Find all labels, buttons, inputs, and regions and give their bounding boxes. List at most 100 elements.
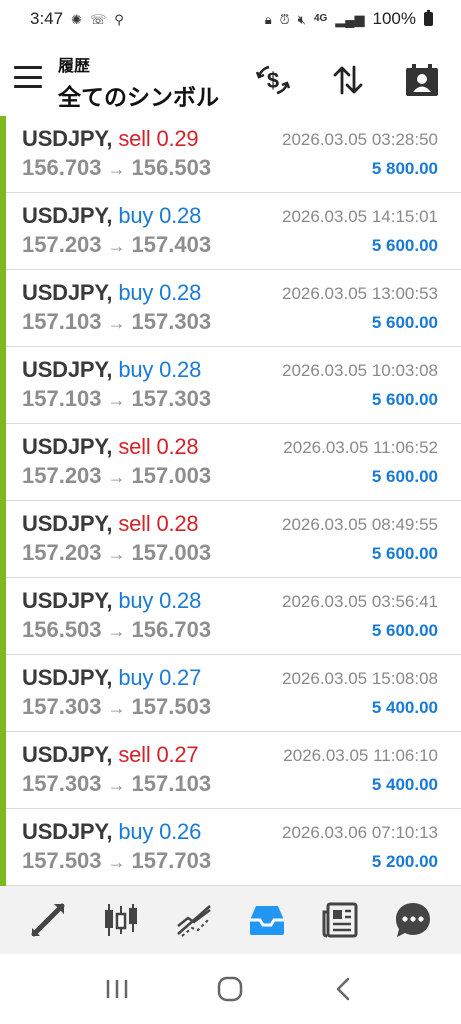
nav-chat[interactable] (390, 897, 436, 943)
chat-icon (395, 903, 430, 937)
price-arrow: → (107, 390, 126, 410)
trade-time: 2026.03.05 08:49:55 (282, 515, 438, 534)
trade-prices: 157.303 → 157.503 (22, 694, 211, 720)
close-price: 157.103 (131, 771, 212, 796)
trade-symbol: USDJPY, (22, 588, 113, 613)
nav-news[interactable] (317, 897, 363, 943)
bottom-navigation (0, 886, 461, 954)
trade-symbol: USDJPY, (22, 203, 113, 228)
open-price: 156.503 (22, 617, 102, 642)
trade-symbol: USDJPY, (22, 665, 113, 690)
trade-symbol: USDJPY, (22, 511, 113, 536)
sort-button[interactable] (328, 60, 368, 100)
trade-symbol: USDJPY, (22, 280, 113, 305)
trade-symbol-line: USDJPY, sell 0.29 (22, 126, 199, 152)
recent-apps-icon (106, 980, 128, 998)
open-price: 157.503 (22, 848, 102, 873)
trade-profit: 5 600.00 (371, 313, 438, 332)
candlestick-chart-icon (105, 904, 138, 936)
trade-side: buy (118, 665, 154, 690)
page-subtitle: 履歴 (58, 58, 91, 75)
nav-chart[interactable] (98, 897, 144, 943)
battery-percent: 100% (372, 9, 416, 28)
trade-profit: 5 400.00 (371, 698, 438, 717)
trade-row[interactable]: USDJPY, buy 0.27 157.303 → 157.503 2026.03.… (0, 655, 461, 732)
trade-side-volume: buy 0.27 (118, 665, 201, 690)
trade-time: 2026.03.05 11:06:52 (283, 438, 438, 457)
trade-row[interactable]: USDJPY, buy 0.28 157.103 → 157.303 2026.03.… (0, 347, 461, 424)
trend-line-icon (177, 905, 211, 937)
calendar-period-button[interactable] (402, 60, 442, 100)
open-price: 157.203 (22, 540, 102, 565)
trade-time: 2026.03.05 15:08:08 (282, 669, 438, 688)
trade-side-volume: sell 0.27 (118, 742, 198, 767)
trade-profit: 5 800.00 (371, 159, 438, 178)
nav-trend[interactable] (171, 897, 217, 943)
trade-row[interactable]: USDJPY, sell 0.27 157.303 → 157.103 2026.03… (0, 732, 461, 809)
trade-time: 2026.03.05 11:06:10 (283, 746, 438, 765)
trade-time: 2026.03.05 13:00:53 (282, 284, 438, 303)
trade-symbol: USDJPY, (22, 126, 113, 151)
home-button[interactable] (210, 969, 250, 1009)
nav-trade[interactable] (25, 897, 71, 943)
trade-side: buy (118, 588, 154, 613)
back-button[interactable] (324, 969, 364, 1009)
deposit-filter-button[interactable]: $ (253, 60, 293, 100)
trade-symbol: USDJPY, (22, 357, 113, 382)
trade-row[interactable]: USDJPY, buy 0.26 157.503 → 157.703 2026.03.… (0, 809, 461, 886)
trade-arrows-icon (31, 903, 65, 937)
trade-row[interactable]: USDJPY, buy 0.28 157.203 → 157.403 2026.03.… (0, 193, 461, 270)
app-header: 履歴 全てのシンボル $ (0, 40, 461, 114)
price-arrow: → (107, 698, 126, 718)
close-price: 157.303 (131, 309, 212, 334)
trade-time: 2026.03.05 14:15:01 (282, 207, 438, 226)
alarm-icon: ⏰︎ (279, 11, 290, 27)
trade-volume: 0.28 (156, 434, 199, 459)
trade-prices: 157.103 → 157.303 (22, 386, 211, 412)
menu-icon-bar (14, 75, 42, 79)
trade-volume: 0.28 (159, 588, 202, 613)
nav-history[interactable] (244, 897, 290, 943)
trade-side: sell (118, 511, 151, 536)
trade-symbol-line: USDJPY, sell 0.28 (22, 434, 199, 460)
menu-icon-bar (14, 66, 42, 69)
trade-symbol-line: USDJPY, buy 0.27 (22, 665, 201, 691)
trade-volume: 0.28 (159, 357, 202, 382)
weather-icon: ✺ (71, 11, 82, 27)
close-price: 156.503 (131, 155, 212, 180)
trade-profit: 5 600.00 (371, 467, 438, 486)
trade-row[interactable]: USDJPY, sell 0.29 156.703 → 156.503 2026.03… (0, 116, 461, 193)
trade-symbol: USDJPY, (22, 434, 113, 459)
close-price: 156.703 (131, 617, 212, 642)
trade-volume: 0.29 (156, 126, 199, 151)
trade-profit: 5 200.00 (371, 852, 438, 871)
trade-profit: 5 600.00 (371, 544, 438, 563)
recent-apps-button[interactable] (97, 969, 137, 1009)
price-arrow: → (107, 775, 126, 795)
close-price: 157.303 (131, 386, 212, 411)
trade-side: sell (118, 434, 151, 459)
trade-row[interactable]: USDJPY, buy 0.28 157.103 → 157.303 2026.03.… (0, 270, 461, 347)
news-icon (322, 902, 358, 938)
trade-symbol: USDJPY, (22, 819, 113, 844)
trade-prices: 157.203 → 157.003 (22, 540, 211, 566)
page-title[interactable]: 全てのシンボル (58, 78, 219, 112)
trade-profit: 5 600.00 (371, 621, 438, 640)
open-price: 157.103 (22, 386, 102, 411)
svg-text:$: $ (267, 68, 279, 93)
open-price: 157.103 (22, 309, 102, 334)
menu-icon-bar (14, 85, 42, 88)
close-price: 157.703 (131, 848, 212, 873)
trade-prices: 157.203 → 157.003 (22, 463, 211, 489)
trade-row[interactable]: USDJPY, buy 0.28 156.503 → 156.703 2026.03.… (0, 578, 461, 655)
trade-side-volume: buy 0.26 (118, 819, 201, 844)
trade-side-volume: sell 0.28 (118, 434, 198, 459)
trade-row[interactable]: USDJPY, sell 0.28 157.203 → 157.003 2026.03… (0, 424, 461, 501)
open-price: 157.303 (22, 771, 102, 796)
menu-button[interactable] (14, 66, 42, 88)
battery-icon (424, 10, 433, 26)
trade-row[interactable]: USDJPY, sell 0.28 157.203 → 157.003 2026.03… (0, 501, 461, 578)
trade-history-list: USDJPY, sell 0.29 156.703 → 156.503 2026.03… (0, 116, 461, 886)
trade-prices: 156.503 → 156.703 (22, 617, 211, 643)
trade-side: buy (118, 280, 154, 305)
